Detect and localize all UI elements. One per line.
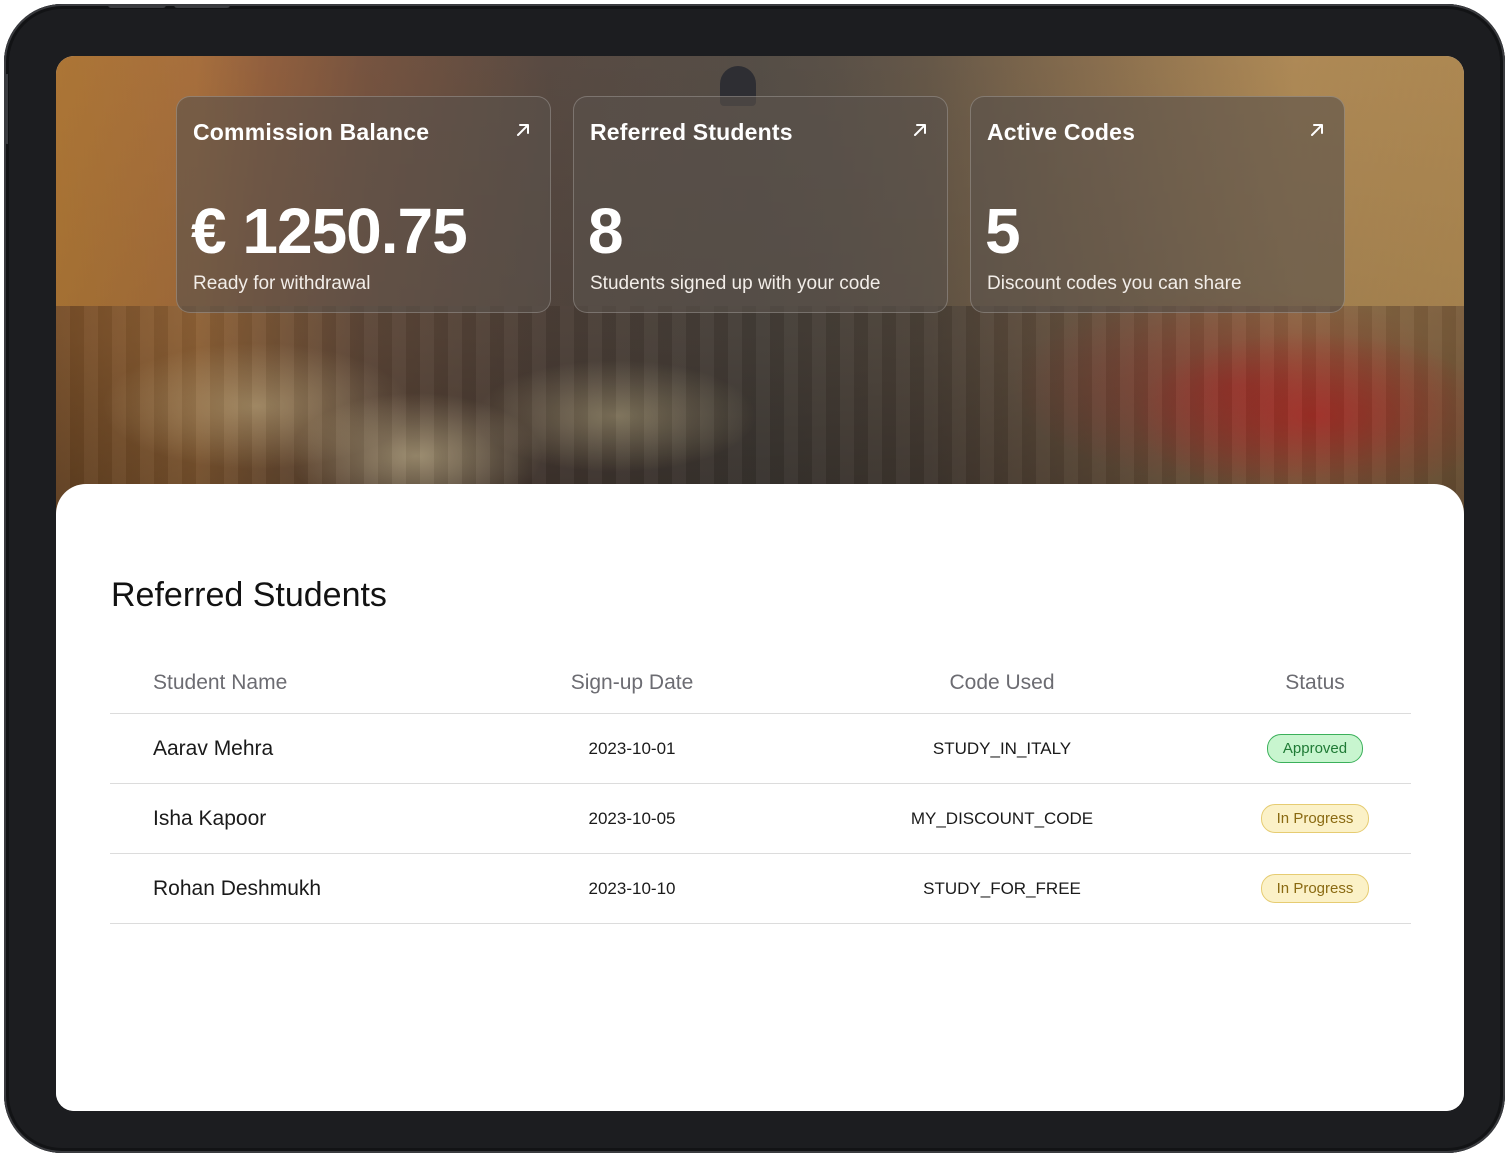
- stat-card-title: Active Codes: [987, 119, 1136, 145]
- section-title: Referred Students: [111, 576, 387, 614]
- code-used-cell: STUDY_IN_ITALY: [932, 738, 1072, 758]
- stat-card-active-codes[interactable]: Active Codes 5 Discount codes you can sh…: [970, 96, 1345, 313]
- sign-up-date-cell: 2023-10-10: [588, 878, 676, 898]
- device-side-button: [4, 74, 8, 144]
- status-badge: In Progress: [1260, 874, 1370, 903]
- table-row[interactable]: Isha Kapoor 2023-10-05 MY_DISCOUNT_CODE …: [110, 784, 1411, 854]
- arrow-up-right-icon[interactable]: [1308, 121, 1326, 139]
- table-row[interactable]: Rohan Deshmukh 2023-10-10 STUDY_FOR_FREE…: [110, 854, 1411, 924]
- tablet-frame: Commission Balance € 1250.75 Ready for w…: [4, 4, 1505, 1153]
- stat-card-value: € 1250.75: [191, 195, 468, 267]
- status-badge: Approved: [1266, 734, 1364, 763]
- stat-card-subtitle: Discount codes you can share: [987, 273, 1242, 294]
- status-cell: Approved: [1250, 714, 1380, 783]
- table-row[interactable]: Aarav Mehra 2023-10-01 STUDY_IN_ITALY Ap…: [110, 714, 1411, 784]
- status-cell: In Progress: [1250, 854, 1380, 923]
- student-name-cell: Aarav Mehra: [153, 736, 274, 760]
- stat-card-value: 5: [985, 195, 1021, 267]
- stat-card-subtitle: Students signed up with your code: [590, 273, 881, 294]
- sign-up-date-cell: 2023-10-05: [588, 808, 676, 828]
- student-name-cell: Rohan Deshmukh: [153, 876, 322, 900]
- code-used-cell: MY_DISCOUNT_CODE: [910, 808, 1094, 828]
- status-badge: In Progress: [1260, 804, 1370, 833]
- column-header-status: Status: [1285, 670, 1345, 694]
- arrow-up-right-icon[interactable]: [514, 121, 532, 139]
- device-volume-button: [108, 4, 166, 8]
- stat-card-referred-students[interactable]: Referred Students 8 Students signed up w…: [573, 96, 948, 313]
- device-volume-button: [174, 4, 230, 8]
- stat-card-subtitle: Ready for withdrawal: [193, 273, 371, 294]
- stat-card-commission-balance[interactable]: Commission Balance € 1250.75 Ready for w…: [176, 96, 551, 313]
- table-header-row: Student Name Sign-up Date Code Used Stat…: [110, 652, 1411, 714]
- column-header-sign-up-date: Sign-up Date: [570, 670, 694, 694]
- arrow-up-right-icon[interactable]: [911, 121, 929, 139]
- stat-card-title: Commission Balance: [193, 119, 430, 145]
- stat-card-title: Referred Students: [590, 119, 793, 145]
- sign-up-date-cell: 2023-10-01: [588, 738, 676, 758]
- stat-card-value: 8: [588, 195, 624, 267]
- app-screen: Commission Balance € 1250.75 Ready for w…: [56, 56, 1464, 1111]
- code-used-cell: STUDY_FOR_FREE: [923, 878, 1081, 898]
- column-header-student-name: Student Name: [153, 670, 288, 694]
- student-name-cell: Isha Kapoor: [153, 806, 267, 830]
- column-header-code-used: Code Used: [949, 670, 1055, 694]
- referred-students-table: Student Name Sign-up Date Code Used Stat…: [110, 652, 1411, 924]
- content-panel: Referred Students Student Name Sign-up D…: [56, 484, 1464, 1111]
- status-cell: In Progress: [1250, 784, 1380, 853]
